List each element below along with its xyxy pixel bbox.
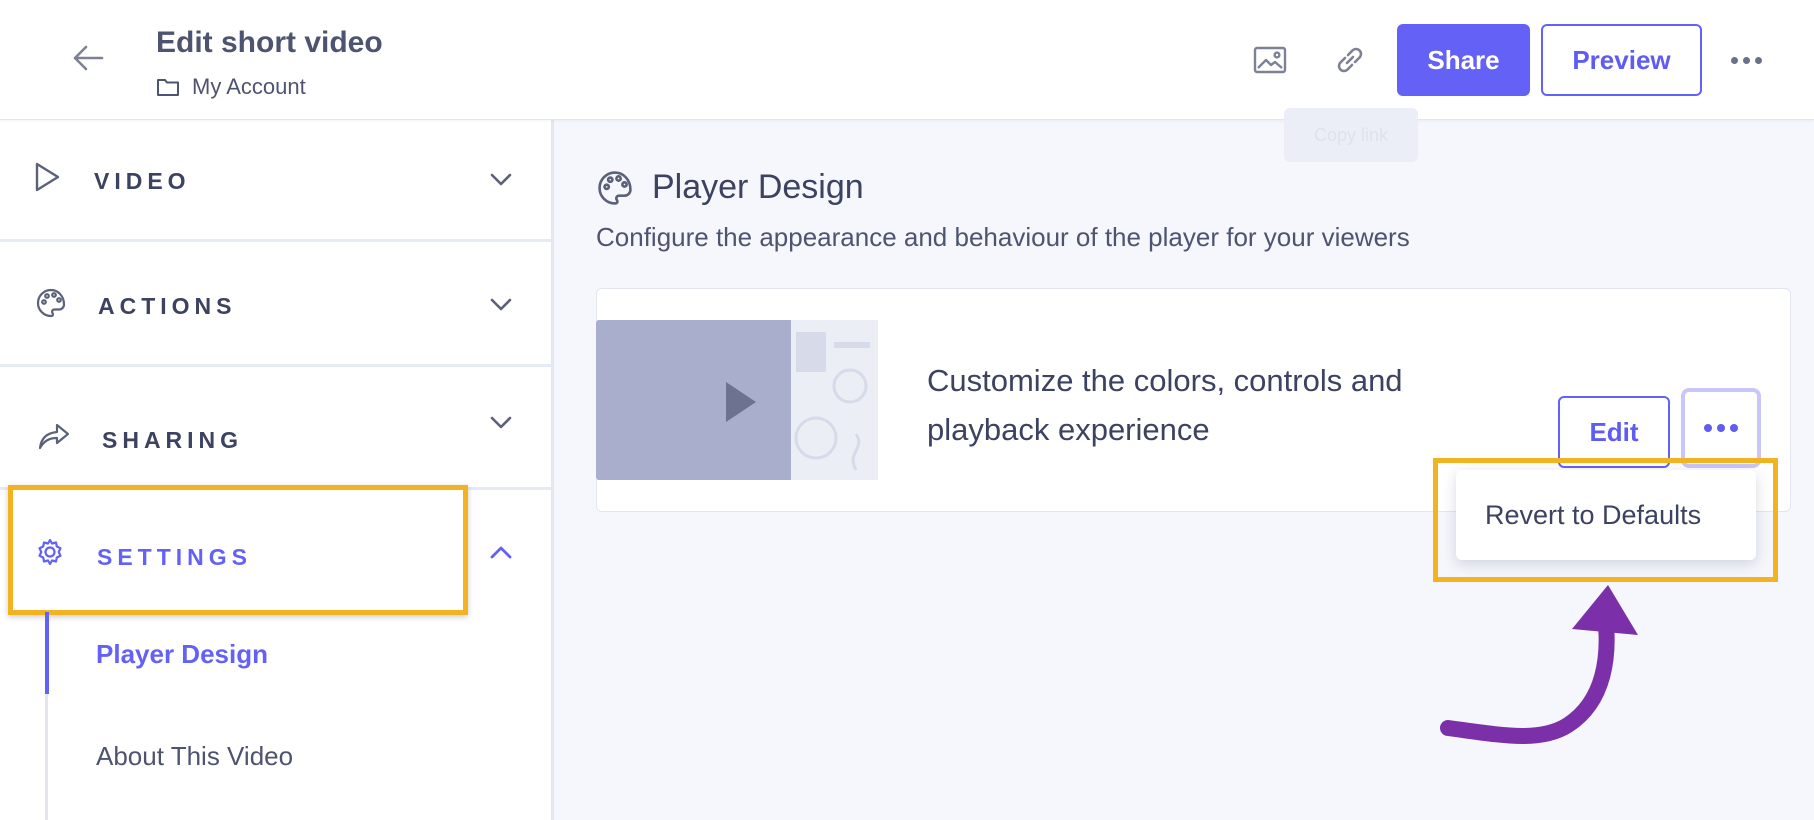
card-more-options-button[interactable] (1681, 388, 1761, 468)
palette-icon (34, 286, 68, 320)
chevron-down-icon (484, 405, 518, 439)
copy-link-tooltip: Copy link (1284, 108, 1418, 162)
section-label-settings: SETTINGS (97, 544, 253, 570)
section-header: Player Design (596, 168, 864, 207)
chevron-up-icon (484, 536, 518, 570)
arrow-left-icon (73, 45, 104, 71)
section-label-video: VIDEO (94, 168, 191, 194)
ellipsis-icon (1704, 424, 1712, 432)
preview-button[interactable]: Preview (1541, 24, 1702, 96)
sidebar-section-video[interactable]: VIDEO (0, 120, 551, 242)
ellipsis-icon (1730, 56, 1738, 64)
account-label: My Account (192, 74, 306, 99)
submenu-active-indicator (45, 612, 49, 694)
section-description: Configure the appearance and behaviour o… (596, 222, 1410, 252)
account-breadcrumb[interactable]: My Account (156, 74, 306, 100)
thumbnail-button[interactable] (1250, 40, 1290, 80)
link-icon (1337, 47, 1363, 73)
image-icon (1253, 46, 1287, 74)
edit-button[interactable]: Edit (1558, 396, 1670, 468)
page-title: Edit short video (156, 26, 383, 59)
top-bar: Edit short video My Account Share Previe… (0, 0, 1814, 120)
sidebar-item-player-design[interactable]: Player Design (96, 639, 268, 670)
back-button[interactable] (70, 40, 106, 76)
menu-item-revert-to-defaults[interactable]: Revert to Defaults (1456, 470, 1756, 560)
sidebar-section-settings[interactable]: SETTINGS (0, 490, 551, 612)
chevron-down-icon (484, 162, 518, 196)
gear-icon (34, 536, 66, 568)
sidebar-section-sharing[interactable]: SHARING (0, 367, 551, 490)
play-icon (32, 160, 62, 194)
callout-arrow (1440, 585, 1638, 744)
section-label-sharing: SHARING (102, 427, 244, 453)
chevron-down-icon (484, 287, 518, 321)
palette-icon (598, 170, 632, 205)
folder-icon (157, 79, 179, 96)
share-arrow-icon (36, 421, 72, 451)
sidebar-item-about-this-video[interactable]: About This Video (96, 741, 293, 772)
card-description: Customize the colors, controls and playb… (927, 363, 1403, 447)
more-options-button[interactable] (1726, 46, 1766, 74)
sidebar-section-actions[interactable]: ACTIONS (0, 242, 551, 367)
section-label-actions: ACTIONS (98, 293, 237, 319)
share-button[interactable]: Share (1397, 24, 1530, 96)
copy-link-button[interactable] (1330, 40, 1370, 80)
player-thumbnail (596, 320, 878, 480)
section-title: Player Design (652, 168, 864, 206)
